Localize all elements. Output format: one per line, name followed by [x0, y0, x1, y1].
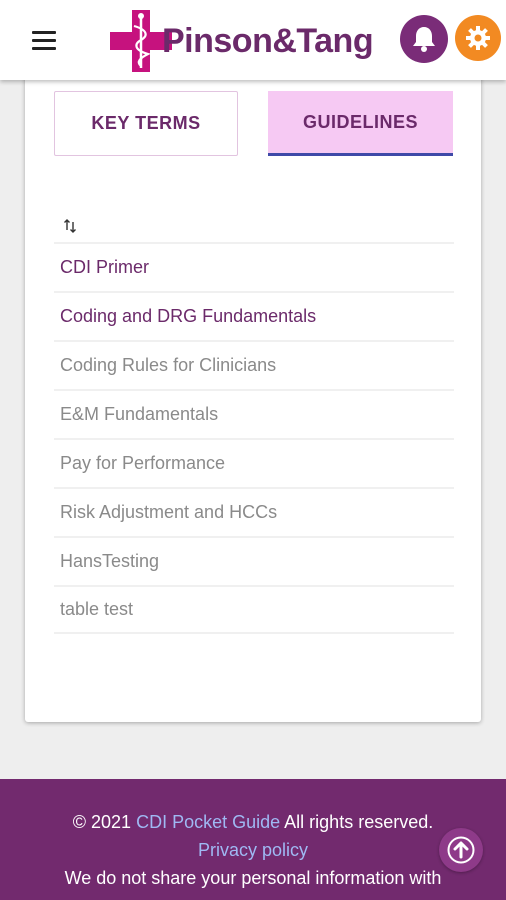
- guidelines-list: CDI Primer Coding and DRG Fundamentals C…: [54, 242, 454, 634]
- list-item[interactable]: CDI Primer: [54, 242, 454, 291]
- scroll-to-top-button[interactable]: [439, 828, 483, 872]
- footer-copyright: © 2021 CDI Pocket Guide All rights reser…: [0, 808, 506, 836]
- settings-button[interactable]: [455, 15, 501, 61]
- brand-logo[interactable]: Pinson&Tang: [110, 10, 374, 72]
- list-item[interactable]: Coding Rules for Clinicians: [54, 340, 454, 389]
- list-item[interactable]: E&M Fundamentals: [54, 389, 454, 438]
- arrow-up-icon: [447, 836, 475, 864]
- footer-privacy: Privacy policy: [0, 836, 506, 864]
- bell-icon: [413, 27, 435, 52]
- guidelines-card: KEY TERMS GUIDELINES CDI Primer Coding a…: [25, 68, 481, 722]
- notifications-button[interactable]: [400, 15, 448, 63]
- tab-key-terms[interactable]: KEY TERMS: [54, 91, 238, 156]
- brand-name: Pinson&Tang: [162, 21, 374, 60]
- gear-icon: [466, 26, 490, 50]
- copyright-text: © 2021: [72, 812, 132, 832]
- tab-guidelines[interactable]: GUIDELINES: [268, 91, 453, 156]
- list-item[interactable]: Pay for Performance: [54, 438, 454, 487]
- app-bar: Pinson&Tang: [0, 0, 506, 80]
- sort-arrows-icon[interactable]: [63, 216, 79, 236]
- footer: © 2021 CDI Pocket Guide All rights reser…: [0, 779, 506, 900]
- footer-note: We do not share your personal informatio…: [64, 868, 442, 888]
- list-item[interactable]: table test: [54, 585, 454, 634]
- list-item[interactable]: Risk Adjustment and HCCs: [54, 487, 454, 536]
- privacy-policy-link[interactable]: Privacy policy: [198, 840, 308, 860]
- rights-text: All rights reserved.: [284, 812, 434, 832]
- list-item[interactable]: Coding and DRG Fundamentals: [54, 291, 454, 340]
- hamburger-menu-icon[interactable]: [28, 26, 62, 54]
- site-link[interactable]: CDI Pocket Guide: [136, 812, 280, 832]
- list-item[interactable]: HansTesting: [54, 536, 454, 585]
